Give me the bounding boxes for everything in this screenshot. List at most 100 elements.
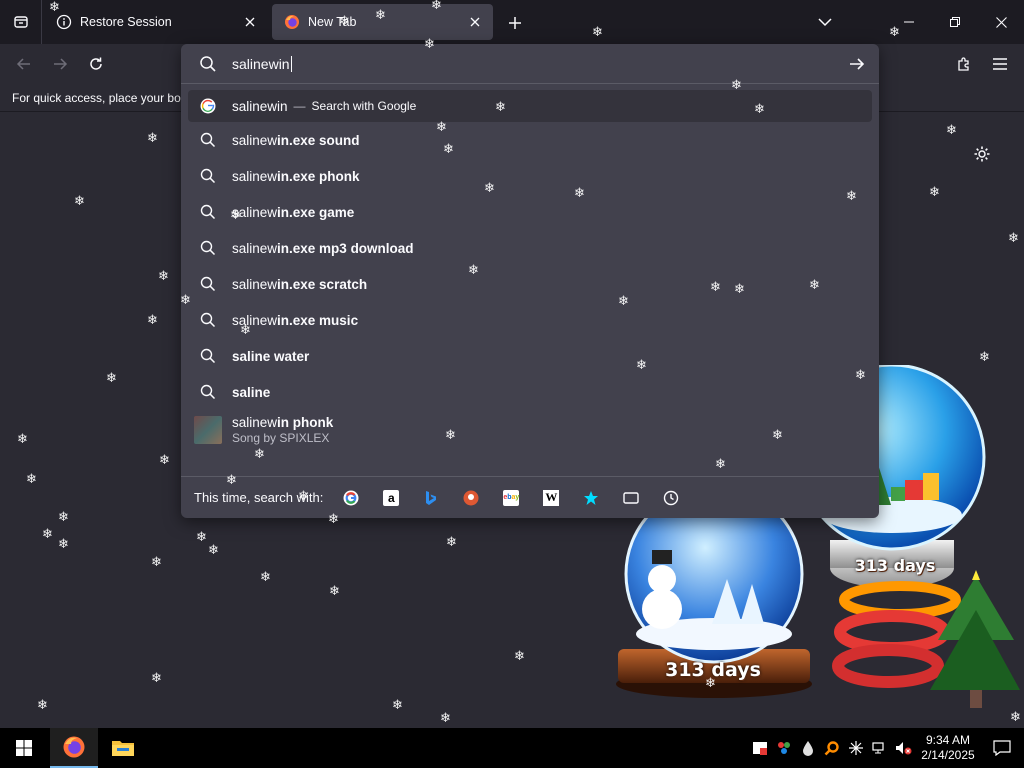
plus-icon (509, 17, 521, 29)
drop-icon[interactable] (796, 728, 820, 768)
amazon-engine-button[interactable]: a (379, 486, 403, 510)
snowflake-icon: ❄ (226, 473, 237, 488)
search-suggestion[interactable]: salinew in.exe music (188, 302, 872, 338)
go-button[interactable] (845, 52, 869, 76)
rich-result-subtitle: Song by SPIXLEX (232, 430, 330, 445)
result-separator: — (293, 99, 306, 113)
snowflake-icon: ❄ (710, 280, 721, 295)
close-window-button[interactable] (978, 0, 1024, 44)
suggestion-completion: in.exe scratch (277, 276, 368, 292)
snowflake-icon: ❄ (147, 131, 158, 146)
duckduckgo-engine-button[interactable] (459, 486, 483, 510)
urlbar-input-row: salinewin (181, 44, 879, 84)
back-button[interactable] (10, 50, 38, 78)
suggestion-prefix: salinew (232, 240, 278, 256)
urlbar-input[interactable]: salinewin (232, 56, 292, 72)
snowflake-icon: ❄ (106, 371, 117, 386)
snowflake-icon: ❄ (339, 14, 350, 29)
suggestion-prefix: salinew (232, 276, 278, 292)
taskbar-firefox[interactable] (50, 728, 98, 768)
suggestion-completion: in.exe music (277, 312, 359, 328)
network-icon[interactable] (868, 728, 892, 768)
urlbar-results: salinewin — Search with Google salinew in… (188, 90, 872, 450)
snowflake-icon: ❄ (734, 282, 745, 297)
search-icon (199, 55, 217, 78)
tab-icon (623, 491, 640, 504)
google-engine-button[interactable] (339, 486, 363, 510)
newtab-settings-button[interactable] (970, 142, 994, 166)
urlbar-input-value: salinewin (232, 56, 290, 72)
chevron-down-icon (818, 18, 832, 27)
snowflake-icon: ❄ (158, 269, 169, 284)
snowflake-icon: ❄ (618, 294, 629, 309)
search-icon (200, 276, 216, 292)
search-tray-icon[interactable] (820, 728, 844, 768)
tab-restore-session[interactable]: Restore Session (44, 4, 268, 40)
snowflake-icon: ❄ (196, 530, 207, 545)
firefox-view-button[interactable] (0, 0, 42, 44)
taskbar-clock[interactable]: 9:34 AM 2/14/2025 (916, 733, 980, 763)
search-suggestion[interactable]: saline water (188, 338, 872, 374)
snowflake-tray-icon[interactable] (844, 728, 868, 768)
forward-button[interactable] (46, 50, 74, 78)
snowflake-icon: ❄ (180, 293, 191, 308)
snowflake-icon: ❄ (592, 25, 603, 40)
snowflake-icon: ❄ (1010, 710, 1021, 725)
suggestion-completion: in.exe game (277, 204, 355, 220)
search-icon (200, 384, 216, 400)
text-caret (290, 56, 292, 72)
search-suggestion[interactable]: salinew in.exe phonk (188, 158, 872, 194)
title-prefix: salinew (232, 414, 278, 430)
snowflake-icon: ❄ (151, 555, 162, 570)
tabs-search-button[interactable] (619, 486, 643, 510)
new-tab-button[interactable] (502, 10, 528, 36)
action-center-button[interactable] (980, 728, 1024, 768)
suggestion-prefix: salinew (232, 132, 278, 148)
wikipedia-engine-button[interactable]: W (539, 486, 563, 510)
amazon-icon: a (383, 489, 400, 506)
snowflake-icon: ❄ (260, 570, 271, 585)
search-suggestion[interactable]: salinew in.exe game (188, 194, 872, 230)
bookmarks-search-button[interactable] (579, 486, 603, 510)
suggestion-completion: saline water (232, 348, 310, 364)
search-suggestion[interactable]: salinew in.exe sound (188, 122, 872, 158)
start-button[interactable] (0, 728, 48, 768)
search-suggestion[interactable]: salinew in.exe scratch (188, 266, 872, 302)
snowflake-icon: ❄ (375, 8, 386, 23)
hamburger-icon (993, 58, 1007, 70)
ebay-engine-button[interactable]: ebay (499, 486, 523, 510)
app-tray-icon[interactable] (748, 728, 772, 768)
list-all-tabs-button[interactable] (812, 10, 838, 34)
duckduckgo-icon (463, 490, 479, 505)
snowflake-icon: ❄ (58, 537, 69, 552)
volume-muted-icon[interactable] (892, 728, 916, 768)
result-search-google[interactable]: salinewin — Search with Google (188, 90, 872, 122)
christmas-tree-decoration (830, 570, 1020, 720)
result-text: salinewin (232, 98, 288, 114)
history-icon (664, 490, 679, 505)
snowflake-icon: ❄ (731, 78, 742, 93)
snowflake-icon: ❄ (468, 263, 479, 278)
close-icon[interactable] (463, 10, 487, 34)
close-icon[interactable] (238, 10, 262, 34)
network-apps-icon[interactable] (772, 728, 796, 768)
snowflake-icon: ❄ (298, 489, 309, 504)
result-rich-song[interactable]: salinewin phonk Song by SPIXLEX (188, 410, 872, 450)
bing-engine-button[interactable] (419, 486, 443, 510)
app-menu-button[interactable] (988, 52, 1012, 76)
arrow-right-icon (54, 58, 68, 70)
reload-button[interactable] (82, 50, 110, 78)
search-icon (200, 312, 216, 328)
restore-button[interactable] (932, 0, 978, 44)
snowflake-icon: ❄ (1008, 231, 1019, 246)
firefox-icon (284, 14, 300, 30)
taskbar-file-explorer[interactable] (99, 728, 147, 768)
extensions-button[interactable] (952, 52, 976, 76)
snowflake-icon: ❄ (754, 102, 765, 117)
snowflake-icon: ❄ (946, 123, 957, 138)
search-suggestion[interactable]: salinew in.exe mp3 download (188, 230, 872, 266)
history-search-button[interactable] (659, 486, 683, 510)
snowflake-icon: ❄ (445, 428, 456, 443)
snowflake-icon: ❄ (329, 584, 340, 599)
search-suggestion[interactable]: saline (188, 374, 872, 410)
